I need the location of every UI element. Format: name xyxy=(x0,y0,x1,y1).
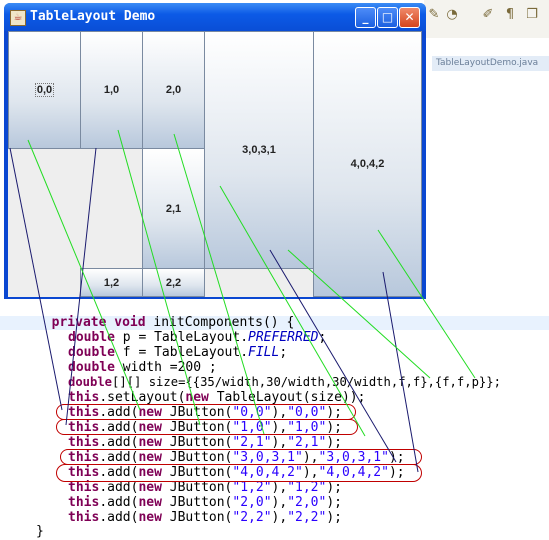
button-2-2[interactable]: 2,2 xyxy=(142,268,205,297)
button-1-2[interactable]: 1,2 xyxy=(80,268,143,297)
window-title: TableLayout Demo xyxy=(30,9,156,24)
minimize-button[interactable]: _ xyxy=(355,7,376,28)
copy-icon[interactable]: ❐ xyxy=(524,6,540,24)
annotation-oval-1-0 xyxy=(56,419,358,435)
code-line-15: this.add(new JButton("2,2"),"2,2"); xyxy=(68,510,342,525)
table-layout-panel: 0,0 1,0 2,0 3,0,3,1 4,0,4,2 2,1 1,2 2,2 xyxy=(8,31,422,297)
code-line-5: double width =200 ; xyxy=(68,360,217,375)
button-label: 0,0 xyxy=(34,83,55,97)
button-label: 3,0,3,1 xyxy=(242,144,276,156)
button-3-0-3-1[interactable]: 3,0,3,1 xyxy=(204,31,314,269)
close-button[interactable]: ✕ xyxy=(399,7,420,28)
ide-tabbar xyxy=(424,38,549,54)
button-label: 1,2 xyxy=(103,276,120,289)
button-2-0[interactable]: 2,0 xyxy=(142,31,205,149)
highlight-icon[interactable]: ✐ xyxy=(480,6,496,24)
ide-toolbar: ✎ ◔ ✐ ¶ ❐ xyxy=(424,0,549,39)
button-label: 1,0 xyxy=(103,84,120,96)
code-line-14: this.add(new JButton("2,0"),"2,0"); xyxy=(68,495,342,510)
code-line-13: this.add(new JButton("1,2"),"1,2"); xyxy=(68,480,342,495)
button-label: 2,0 xyxy=(165,84,182,96)
button-label: 2,2 xyxy=(165,276,182,289)
annotation-oval-3-0-3-1 xyxy=(60,449,422,465)
code-line-3: double p = TableLayout.PREFERRED; xyxy=(68,330,327,345)
button-2-1[interactable]: 2,1 xyxy=(142,148,205,269)
button-label: 2,1 xyxy=(165,202,182,215)
button-4-0-4-2[interactable]: 4,0,4,2 xyxy=(313,31,422,297)
annotation-oval-4-0-4-2 xyxy=(56,464,422,482)
code-line-4: double f = TableLayout.FILL; xyxy=(68,345,288,360)
open-icon[interactable]: ◔ xyxy=(444,6,460,24)
button-label: 4,0,4,2 xyxy=(350,158,385,170)
demo-window[interactable]: ☕ TableLayout Demo _ □ ✕ 0,0 1,0 2,0 3,0… xyxy=(4,3,426,299)
maximize-button[interactable]: □ xyxy=(377,7,398,28)
java-app-icon: ☕ xyxy=(10,10,26,26)
editor-background xyxy=(424,72,549,304)
code-line-10: this.add(new JButton("2,1"),"2,1"); xyxy=(68,435,342,450)
code-line-7: this.setLayout(new TableLayout(size)); xyxy=(68,390,366,405)
code-line-16: } xyxy=(36,524,44,539)
code-line-6: double[][] size={{35/width,30/width,30/w… xyxy=(68,375,501,389)
title-bar[interactable]: ☕ TableLayout Demo _ □ ✕ xyxy=(4,3,426,31)
button-1-0[interactable]: 1,0 xyxy=(80,31,143,149)
code-line-1: private void initComponents() { xyxy=(51,315,295,330)
annotation-oval-0-0 xyxy=(56,404,356,420)
button-0-0[interactable]: 0,0 xyxy=(8,31,81,149)
paragraph-icon[interactable]: ¶ xyxy=(502,6,518,24)
edit-icon[interactable]: ✎ xyxy=(426,6,442,24)
editor-tab[interactable]: TableLayoutDemo.java xyxy=(432,56,549,71)
